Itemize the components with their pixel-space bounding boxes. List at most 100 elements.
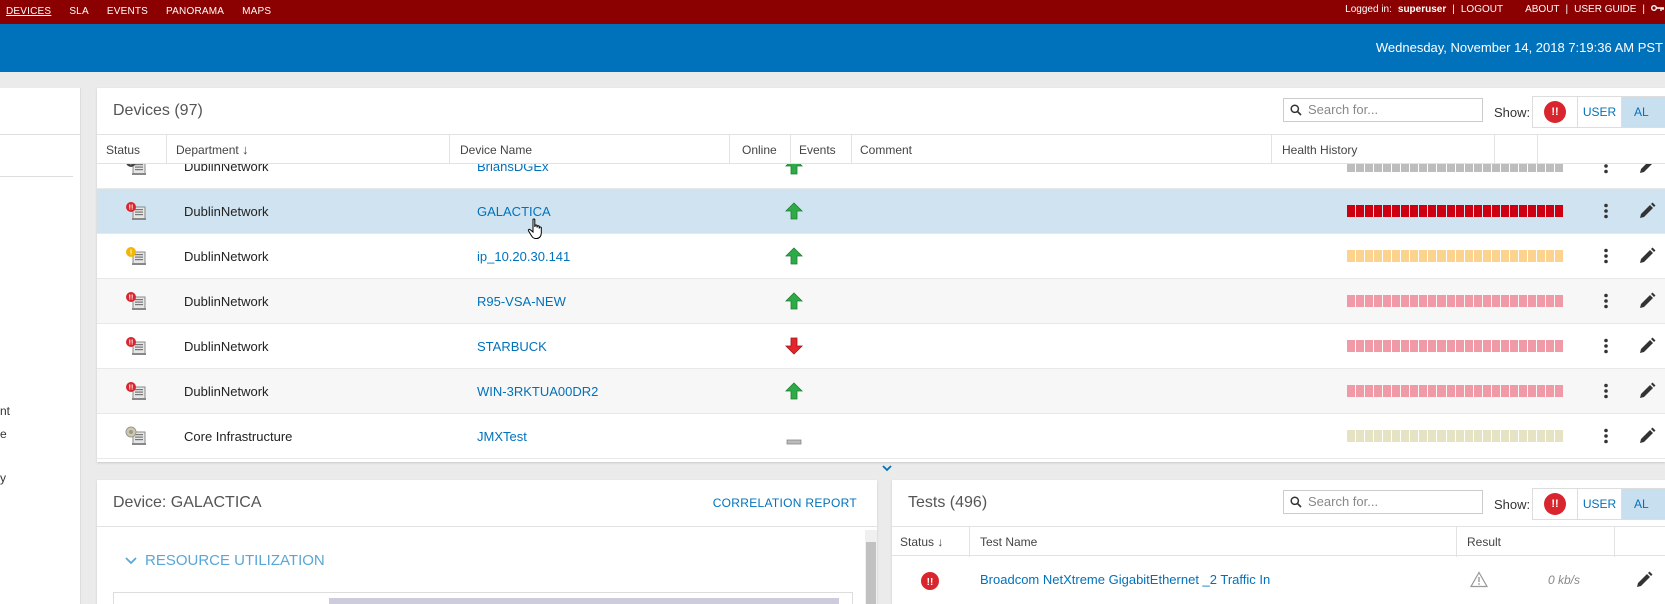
more-menu-icon[interactable] <box>1603 203 1609 219</box>
device-status-icon: ? <box>126 164 146 175</box>
edit-pencil-icon[interactable] <box>1634 570 1654 590</box>
left-text-fragment[interactable]: y <box>0 471 6 485</box>
svg-text:!!: !! <box>129 340 134 347</box>
correlation-report-link[interactable]: CORRELATION REPORT <box>713 496 857 510</box>
more-menu-icon[interactable] <box>1603 338 1609 354</box>
edit-pencil-icon[interactable] <box>1637 201 1657 221</box>
user-guide-link[interactable]: USER GUIDE <box>1574 4 1636 15</box>
svg-text:!!: !! <box>129 205 134 212</box>
utilization-bar <box>329 598 839 604</box>
col-health-history[interactable]: Health History <box>1272 135 1495 165</box>
health-history-bar[interactable] <box>1347 430 1564 442</box>
device-name-link[interactable]: BriansDGEx <box>477 164 549 189</box>
device-name-link[interactable]: ip_10.20.30.141 <box>477 234 570 279</box>
device-name-link[interactable]: STARBUCK <box>477 324 547 369</box>
device-row[interactable]: ! DublinNetwork ip_10.20.30.141 <box>97 234 1665 279</box>
col-device-name[interactable]: Device Name <box>450 135 730 165</box>
health-history-bar[interactable] <box>1347 295 1564 307</box>
health-history-bar[interactable] <box>1347 340 1564 352</box>
show-label: Show: <box>1494 105 1531 120</box>
critical-status-icon: !! <box>921 572 939 590</box>
devices-search[interactable] <box>1283 98 1483 122</box>
about-link[interactable]: ABOUT <box>1525 4 1559 15</box>
tests-search-input[interactable] <box>1308 494 1478 509</box>
health-history-bar[interactable] <box>1347 250 1564 262</box>
username: superuser <box>1397 4 1447 15</box>
filter-user-button[interactable]: USER <box>1578 489 1622 519</box>
online-status-icon <box>785 202 803 220</box>
edit-pencil-icon[interactable] <box>1637 426 1657 446</box>
nav-maps[interactable]: MAPS <box>242 6 271 17</box>
splitter-chevron-icon[interactable] <box>880 463 894 473</box>
key-icon[interactable] <box>1651 3 1665 16</box>
test-name-link[interactable]: Broadcom NetXtreme GigabitEthernet _2 Tr… <box>980 557 1270 603</box>
filter-all-button[interactable]: AL <box>1622 97 1665 127</box>
device-name-link[interactable]: WIN-3RKTUA00DR2 <box>477 369 598 414</box>
col-test-status[interactable]: Status ↓ <box>892 527 970 557</box>
devices-filter-toggle: !! USER AL <box>1532 96 1665 128</box>
col-department[interactable]: Department ↓ <box>167 135 450 165</box>
left-text-fragment[interactable]: nt <box>0 404 10 418</box>
more-menu-icon[interactable] <box>1603 428 1609 444</box>
edit-pencil-icon[interactable] <box>1637 246 1657 266</box>
device-row[interactable]: !! DublinNetwork WIN-3RKTUA00DR2 <box>97 369 1665 414</box>
col-online[interactable]: Online <box>730 135 791 165</box>
filter-alert-button[interactable]: !! <box>1533 489 1578 519</box>
device-row[interactable]: !! DublinNetwork R95-VSA-NEW <box>97 279 1665 324</box>
health-history-bar[interactable] <box>1347 385 1564 397</box>
tests-panel: Tests (496) Show: !! USER AL Status ↓ Te… <box>892 480 1665 604</box>
device-name-link[interactable]: R95-VSA-NEW <box>477 279 566 324</box>
resource-utilization-toggle[interactable]: RESOURCE UTILIZATION <box>125 552 325 569</box>
device-department: DublinNetwork <box>184 164 269 174</box>
more-menu-icon[interactable] <box>1603 248 1609 264</box>
filter-all-button[interactable]: AL <box>1622 489 1665 519</box>
edit-pencil-icon[interactable] <box>1637 336 1657 356</box>
top-nav-links: DEVICES SLA EVENTS PANORAMA MAPS <box>6 6 271 17</box>
devices-title: Devices (97) <box>113 102 203 119</box>
nav-sla[interactable]: SLA <box>69 6 89 17</box>
left-text-fragment[interactable]: e <box>0 427 7 441</box>
device-row[interactable]: ? DublinNetwork BriansDGEx <box>97 164 1665 189</box>
more-menu-icon[interactable] <box>1603 383 1609 399</box>
more-menu-icon[interactable] <box>1603 293 1609 309</box>
nav-devices[interactable]: DEVICES <box>6 6 51 17</box>
logout-link[interactable]: LOGOUT <box>1461 4 1503 15</box>
online-status-icon <box>785 337 803 355</box>
svg-text:!: ! <box>130 250 132 257</box>
tests-search[interactable] <box>1283 490 1483 514</box>
show-label: Show: <box>1494 497 1531 512</box>
col-result[interactable]: Result <box>1457 527 1615 557</box>
online-status-icon <box>785 382 803 400</box>
device-row[interactable]: Core Infrastructure JMXTest <box>97 414 1665 459</box>
edit-pencil-icon[interactable] <box>1637 164 1657 176</box>
device-row[interactable]: !! DublinNetwork STARBUCK <box>97 324 1665 369</box>
col-actions <box>1495 135 1538 165</box>
edit-pencil-icon[interactable] <box>1637 381 1657 401</box>
edit-pencil-icon[interactable] <box>1637 291 1657 311</box>
current-datetime: Wednesday, November 14, 2018 7:19:36 AM … <box>1375 40 1663 55</box>
left-panel: nt e y <box>0 88 81 604</box>
filter-user-button[interactable]: USER <box>1578 97 1622 127</box>
health-history-bar[interactable] <box>1347 164 1564 172</box>
col-events[interactable]: Events <box>791 135 852 165</box>
online-status-icon <box>785 164 803 175</box>
detail-scrollbar[interactable] <box>865 530 877 604</box>
col-comment[interactable]: Comment <box>852 135 1272 165</box>
alert-icon: !! <box>1544 101 1566 123</box>
test-row[interactable]: !! Broadcom NetXtreme GigabitEthernet _2… <box>892 557 1665 604</box>
filter-alert-button[interactable]: !! <box>1533 97 1578 127</box>
more-menu-icon[interactable] <box>1603 164 1609 174</box>
devices-search-input[interactable] <box>1308 102 1478 117</box>
col-test-name[interactable]: Test Name <box>970 527 1457 557</box>
nav-events[interactable]: EVENTS <box>107 6 148 17</box>
separator: | <box>1565 4 1569 15</box>
device-row[interactable]: !! DublinNetwork GALACTICA <box>97 189 1665 234</box>
nav-panorama[interactable]: PANORAMA <box>166 6 224 17</box>
col-status[interactable]: Status <box>97 135 167 165</box>
utilization-box <box>113 592 853 604</box>
health-history-bar[interactable] <box>1347 205 1564 217</box>
device-status-icon: ! <box>126 247 146 265</box>
device-name-link[interactable]: JMXTest <box>477 414 527 459</box>
divider <box>97 526 877 527</box>
scrollbar-thumb[interactable] <box>866 542 876 604</box>
